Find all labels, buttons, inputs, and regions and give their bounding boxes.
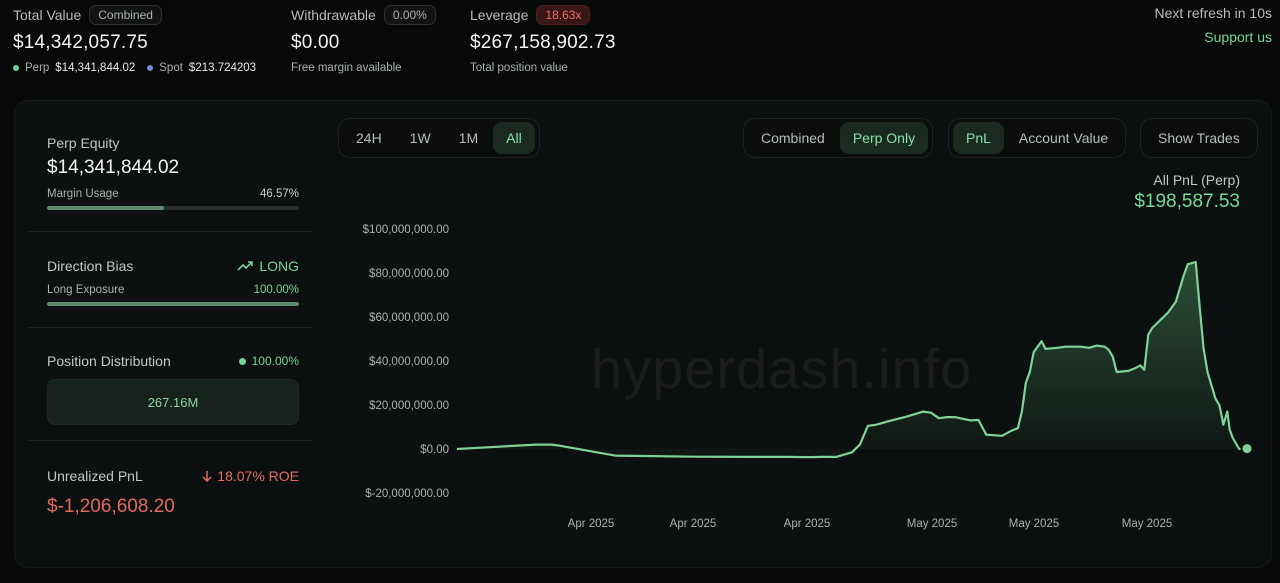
- latest-point-marker: [1240, 442, 1254, 456]
- spot-value: $213.724203: [188, 62, 257, 74]
- leverage-amount: $267,158,902.73: [470, 32, 616, 53]
- withdrawable-chip: 0.00%: [383, 5, 436, 25]
- spot-dot-icon: [147, 65, 154, 71]
- leverage-chip: 18.63x: [536, 5, 591, 25]
- y-tick-label: $80,000,000.00: [369, 268, 449, 280]
- withdrawable-stat: Withdrawable 0.00% $0.00 Free margin ava…: [291, 4, 436, 74]
- x-tick-label: Apr 2025: [670, 518, 717, 530]
- pnl-area: [457, 262, 1247, 458]
- y-tick-label: $-20,000,000.00: [365, 488, 449, 500]
- withdrawable-sub: Free margin available: [291, 62, 402, 74]
- x-tick-label: May 2025: [907, 518, 958, 530]
- y-tick-label: $60,000,000.00: [369, 312, 449, 324]
- leverage-stat: Leverage 18.63x $267,158,902.73 Total po…: [470, 4, 616, 74]
- withdrawable-label: Withdrawable: [291, 7, 376, 23]
- total-value-stat: Total Value Combined $14,342,057.75 Perp…: [13, 4, 256, 74]
- support-us-link[interactable]: Support us: [1204, 29, 1272, 45]
- x-tick-label: May 2025: [1009, 518, 1060, 530]
- perp-label: Perp: [25, 62, 50, 74]
- x-tick-label: Apr 2025: [568, 518, 615, 530]
- total-value-amount: $14,342,057.75: [13, 32, 148, 53]
- refresh-timer: Next refresh in 10s: [1154, 5, 1273, 21]
- total-value-breakdown: Perp $14,341,844.02 Spot $213.724203: [13, 62, 256, 74]
- leverage-sub: Total position value: [470, 62, 568, 74]
- combined-chip[interactable]: Combined: [89, 5, 162, 25]
- total-value-label: Total Value: [13, 7, 82, 23]
- y-tick-label: $20,000,000.00: [369, 400, 449, 412]
- withdrawable-amount: $0.00: [291, 32, 340, 53]
- perp-dot-icon: [13, 65, 19, 71]
- spot-label: Spot: [159, 62, 183, 74]
- perp-value: $14,341,844.02: [55, 62, 136, 74]
- x-tick-label: Apr 2025: [784, 518, 831, 530]
- x-tick-label: May 2025: [1122, 518, 1173, 530]
- y-tick-label: $40,000,000.00: [369, 356, 449, 368]
- pnl-chart[interactable]: $100,000,000.00 $80,000,000.00 $60,000,000…: [15, 101, 1273, 569]
- main-panel: Perp Equity $14,341,844.02 Margin Usage …: [14, 100, 1272, 568]
- leverage-label: Leverage: [470, 7, 529, 23]
- y-tick-label: $0.00: [420, 444, 449, 456]
- y-tick-label: $100,000,000.00: [363, 224, 449, 236]
